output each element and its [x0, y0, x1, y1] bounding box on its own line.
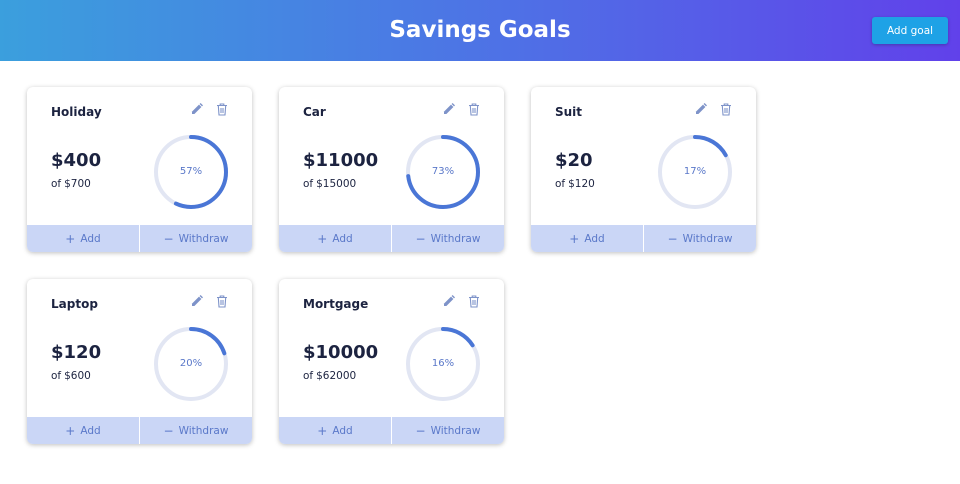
total-value: $15000 — [316, 178, 357, 190]
withdraw-label: Withdraw — [430, 232, 481, 245]
add-button[interactable]: + Add — [279, 225, 391, 252]
minus-icon: − — [163, 423, 174, 438]
trash-icon[interactable] — [214, 293, 230, 309]
app-header: Savings Goals Add goal — [0, 0, 960, 61]
saved-amount: $120 — [51, 342, 102, 363]
saved-amount: $20 — [555, 150, 593, 171]
withdraw-button[interactable]: − Withdraw — [391, 225, 504, 252]
total-prefix: of — [303, 370, 314, 382]
goal-title: Holiday — [51, 105, 102, 119]
goal-card: Laptop $120 of $600 20% + Add − Withdraw — [27, 279, 252, 444]
card-actions: + Add − Withdraw — [27, 225, 252, 252]
trash-icon[interactable] — [466, 293, 482, 309]
add-label: Add — [332, 232, 353, 245]
minus-icon: − — [163, 231, 174, 246]
goal-total: of $15000 — [303, 178, 356, 190]
minus-icon: − — [415, 423, 426, 438]
total-prefix: of — [303, 178, 314, 190]
add-label: Add — [332, 424, 353, 437]
add-button[interactable]: + Add — [279, 417, 391, 444]
card-actions: + Add − Withdraw — [531, 225, 756, 252]
goal-title: Suit — [555, 105, 583, 119]
minus-icon: − — [667, 231, 678, 246]
withdraw-label: Withdraw — [430, 424, 481, 437]
goal-card: Holiday $400 of $700 57% + Add − Withdraw — [27, 87, 252, 252]
total-prefix: of — [555, 178, 566, 190]
total-value: $62000 — [316, 370, 357, 382]
page-title: Savings Goals — [389, 17, 571, 43]
pencil-icon[interactable] — [441, 293, 457, 309]
total-prefix: of — [51, 370, 62, 382]
withdraw-label: Withdraw — [178, 424, 229, 437]
withdraw-button[interactable]: − Withdraw — [643, 225, 756, 252]
goal-total: of $600 — [51, 370, 91, 382]
add-button[interactable]: + Add — [531, 225, 643, 252]
total-value: $700 — [64, 178, 91, 190]
plus-icon: + — [317, 423, 328, 438]
goal-title: Laptop — [51, 297, 98, 311]
add-button[interactable]: + Add — [27, 225, 139, 252]
goal-total: of $120 — [555, 178, 595, 190]
total-prefix: of — [51, 178, 62, 190]
progress-percent: 17% — [683, 166, 707, 177]
progress-percent: 57% — [179, 166, 203, 177]
withdraw-button[interactable]: − Withdraw — [139, 225, 252, 252]
total-value: $120 — [568, 178, 595, 190]
goal-card: Mortgage $10000 of $62000 16% + Add − Withd… — [279, 279, 504, 444]
pencil-icon[interactable] — [189, 101, 205, 117]
goal-card: Car $11000 of $15000 73% + Add − Withdraw — [279, 87, 504, 252]
goal-title: Mortgage — [303, 297, 369, 311]
pencil-icon[interactable] — [441, 101, 457, 117]
goal-total: of $62000 — [303, 370, 356, 382]
pencil-icon[interactable] — [693, 101, 709, 117]
add-button[interactable]: + Add — [27, 417, 139, 444]
withdraw-button[interactable]: − Withdraw — [139, 417, 252, 444]
pencil-icon[interactable] — [189, 293, 205, 309]
plus-icon: + — [569, 231, 580, 246]
goal-total: of $700 — [51, 178, 91, 190]
progress-percent: 16% — [431, 358, 455, 369]
add-label: Add — [80, 232, 101, 245]
progress-percent: 20% — [179, 358, 203, 369]
total-value: $600 — [64, 370, 91, 382]
goal-card: Suit $20 of $120 17% + Add − Withdraw — [531, 87, 756, 252]
saved-amount: $400 — [51, 150, 102, 171]
plus-icon: + — [65, 231, 76, 246]
add-label: Add — [80, 424, 101, 437]
minus-icon: − — [415, 231, 426, 246]
withdraw-button[interactable]: − Withdraw — [391, 417, 504, 444]
trash-icon[interactable] — [466, 101, 482, 117]
progress-percent: 73% — [431, 166, 455, 177]
plus-icon: + — [65, 423, 76, 438]
trash-icon[interactable] — [214, 101, 230, 117]
add-label: Add — [584, 232, 605, 245]
withdraw-label: Withdraw — [682, 232, 733, 245]
card-actions: + Add − Withdraw — [27, 417, 252, 444]
add-goal-button[interactable]: Add goal — [872, 17, 948, 44]
saved-amount: $10000 — [303, 342, 379, 363]
saved-amount: $11000 — [303, 150, 379, 171]
card-actions: + Add − Withdraw — [279, 225, 504, 252]
withdraw-label: Withdraw — [178, 232, 229, 245]
plus-icon: + — [317, 231, 328, 246]
goal-title: Car — [303, 105, 326, 119]
card-actions: + Add − Withdraw — [279, 417, 504, 444]
trash-icon[interactable] — [718, 101, 734, 117]
